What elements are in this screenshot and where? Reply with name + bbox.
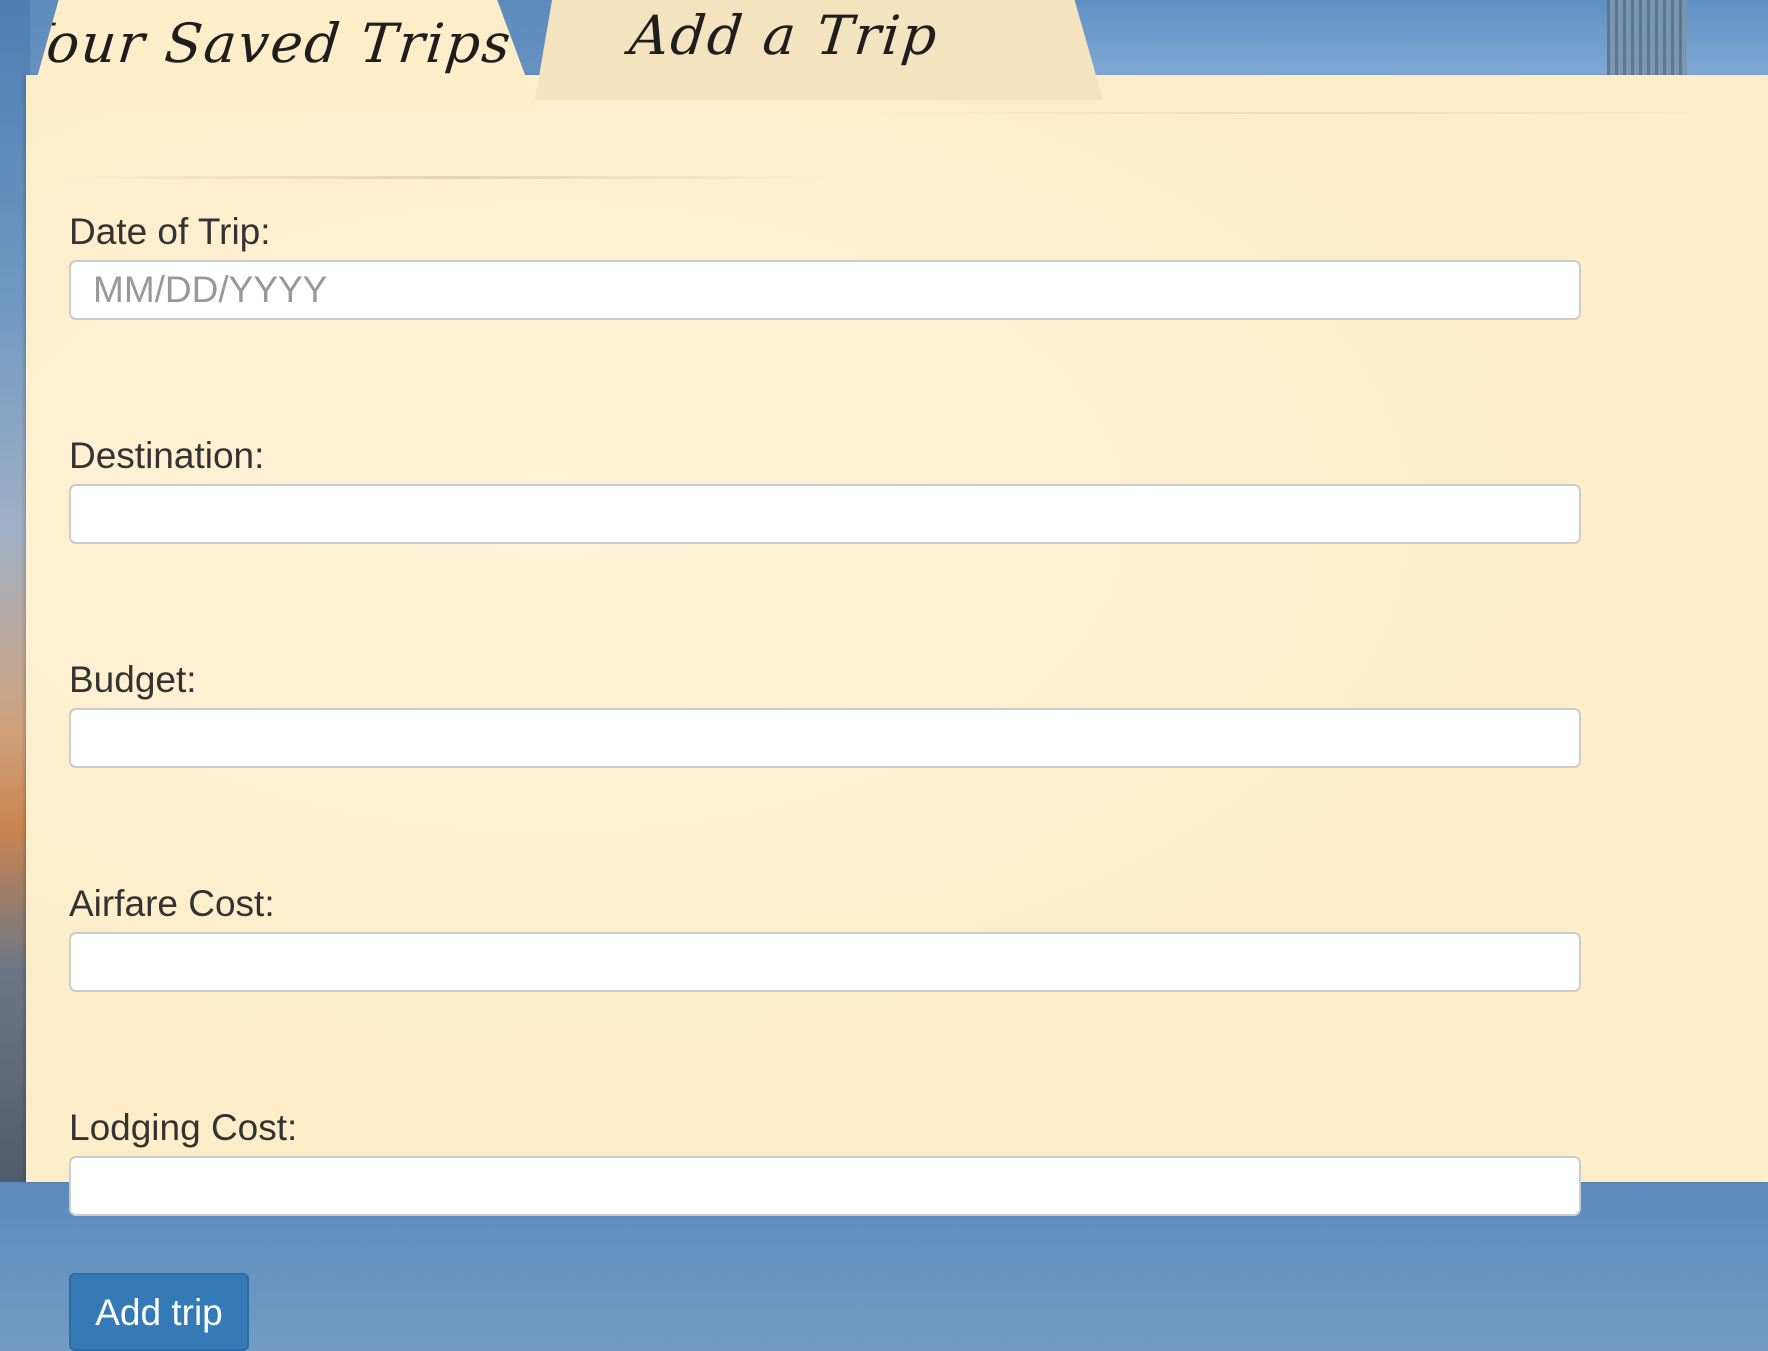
date-of-trip-group: Date of Trip:: [69, 208, 1583, 320]
tab-add-a-trip-label: Add a Trip: [626, 3, 942, 67]
lodging-cost-label: Lodging Cost:: [69, 1107, 298, 1148]
tab-your-saved-trips-label: Your Saved Trips: [10, 11, 516, 75]
budget-group: Budget:: [69, 656, 1583, 768]
destination-label: Destination:: [69, 435, 265, 476]
lodging-cost-input[interactable]: [69, 1156, 1581, 1216]
date-of-trip-label: Date of Trip:: [69, 211, 271, 252]
destination-group: Destination:: [69, 432, 1583, 544]
folder-crease-top: [860, 112, 1760, 114]
tab-add-a-trip[interactable]: Add a Trip: [535, 0, 1103, 100]
lodging-cost-group: Lodging Cost:: [69, 1104, 1583, 1216]
budget-label: Budget:: [69, 659, 197, 700]
airfare-cost-input[interactable]: [69, 932, 1581, 992]
background-tower: [1607, 0, 1687, 76]
airfare-cost-group: Airfare Cost:: [69, 880, 1583, 992]
folder-crease: [60, 176, 830, 179]
add-trip-button[interactable]: Add trip: [69, 1273, 249, 1351]
tab-your-saved-trips[interactable]: Your Saved Trips: [28, 0, 538, 110]
date-of-trip-input[interactable]: [69, 260, 1581, 320]
airfare-cost-label: Airfare Cost:: [69, 883, 275, 924]
budget-input[interactable]: [69, 708, 1581, 768]
add-trip-form: Date of Trip: Destination: Budget: Airfa…: [69, 208, 1583, 1351]
destination-input[interactable]: [69, 484, 1581, 544]
